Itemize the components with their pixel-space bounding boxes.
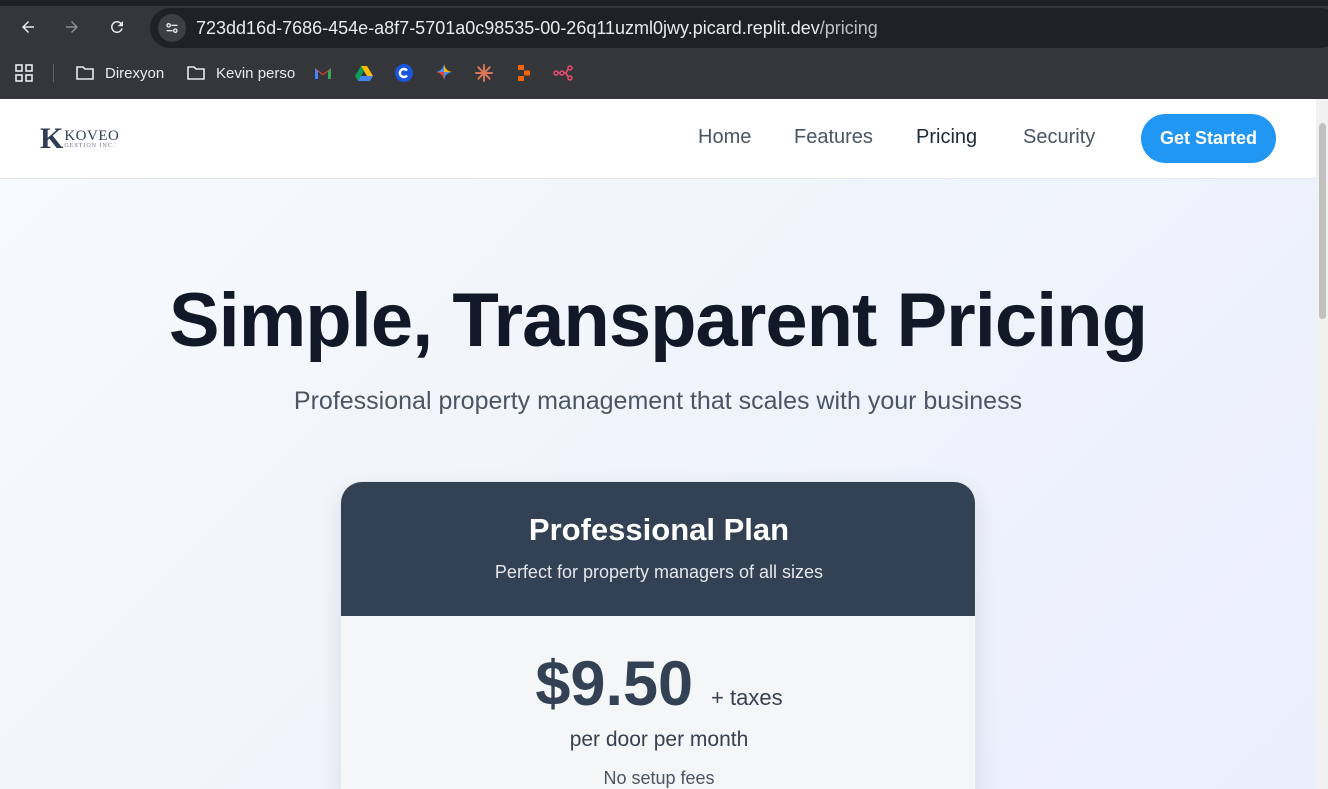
- get-started-button[interactable]: Get Started: [1141, 114, 1276, 163]
- google-drive-icon: [355, 66, 373, 81]
- bookmark-gmail[interactable]: [313, 58, 333, 88]
- arrow-right-icon: [66, 21, 78, 33]
- plan-description: Perfect for property managers of all siz…: [494, 562, 824, 582]
- reload-icon: [111, 20, 123, 33]
- logo-subtitle: GESTION INC.: [64, 142, 116, 149]
- claude-icon: [475, 64, 493, 82]
- pricing-card-header: Professional Plan Perfect for property m…: [341, 482, 975, 616]
- url-text: 723dd16d-7686-454e-a8f7-5701a0c98535-00-…: [196, 18, 878, 39]
- n8n-icon: [553, 65, 573, 81]
- plan-name: Professional Plan: [528, 512, 790, 547]
- bookmark-gemini[interactable]: [434, 58, 454, 88]
- koveo-logo[interactable]: K KOVEO GESTION INC.: [40, 123, 119, 155]
- plan-taxes: + taxes: [711, 685, 783, 710]
- bookmark-c-app[interactable]: [394, 58, 414, 88]
- url-host: 723dd16d-7686-454e-a8f7-5701a0c98535-00-…: [196, 18, 820, 38]
- plan-price: $9.50: [535, 649, 694, 719]
- logo-text: KOVEO GESTION INC.: [64, 127, 120, 150]
- bookmarks-bar: Direxyon Kevin perso: [0, 58, 1328, 88]
- back-button[interactable]: [13, 12, 43, 42]
- gemini-icon: [436, 64, 452, 80]
- page-viewport: K KOVEO GESTION INC. Home Features Prici…: [0, 99, 1316, 789]
- nav-security[interactable]: Security: [1023, 126, 1095, 152]
- setup-fee-note: No setup fees: [603, 768, 715, 788]
- bookmark-folder-kevin-perso[interactable]: Kevin perso: [186, 58, 295, 88]
- replit-icon: [518, 65, 530, 81]
- reload-button[interactable]: [102, 12, 132, 42]
- nav-home[interactable]: Home: [698, 126, 751, 152]
- folder-icon: [76, 66, 94, 80]
- url-path: /pricing: [819, 18, 878, 38]
- logo-name: KOVEO: [64, 127, 120, 144]
- pricing-card: Professional Plan Perfect for property m…: [340, 481, 976, 789]
- bookmark-claude[interactable]: [474, 58, 494, 88]
- page-subtitle: Professional property management that sc…: [293, 387, 1023, 415]
- price-row: $9.50 + taxes: [341, 648, 975, 720]
- bookmarks-divider: [53, 64, 54, 82]
- page-scrollbar[interactable]: [1316, 99, 1328, 789]
- browser-chrome: 723dd16d-7686-454e-a8f7-5701a0c98535-00-…: [0, 0, 1328, 99]
- price-unit: per door per month: [569, 728, 749, 751]
- site-info-button[interactable]: [158, 14, 186, 42]
- tune-icon: [166, 23, 178, 33]
- arrow-left-icon: [22, 21, 34, 33]
- apps-button[interactable]: [14, 58, 34, 88]
- apps-grid-icon: [15, 64, 33, 82]
- tab-strip: [0, 0, 1328, 6]
- forward-button[interactable]: [57, 12, 87, 42]
- gmail-icon: [315, 68, 331, 79]
- bookmark-google-drive[interactable]: [354, 58, 374, 88]
- scrollbar-thumb[interactable]: [1319, 123, 1326, 319]
- address-bar[interactable]: 723dd16d-7686-454e-a8f7-5701a0c98535-00-…: [150, 8, 1328, 48]
- bookmark-folder-direxyon[interactable]: Direxyon: [75, 58, 164, 88]
- folder-icon: [187, 66, 205, 80]
- logo-mark: K: [40, 122, 64, 155]
- site-header: K KOVEO GESTION INC. Home Features Prici…: [0, 99, 1316, 179]
- nav-pricing[interactable]: Pricing: [916, 126, 977, 152]
- c-app-icon: [395, 64, 413, 82]
- bookmark-label: Direxyon: [105, 64, 165, 82]
- bookmark-replit[interactable]: [514, 58, 534, 88]
- bookmark-n8n[interactable]: [553, 58, 573, 88]
- page-title: Simple, Transparent Pricing: [168, 278, 1148, 363]
- bookmark-label: Kevin perso: [216, 64, 296, 82]
- nav-features[interactable]: Features: [794, 126, 873, 152]
